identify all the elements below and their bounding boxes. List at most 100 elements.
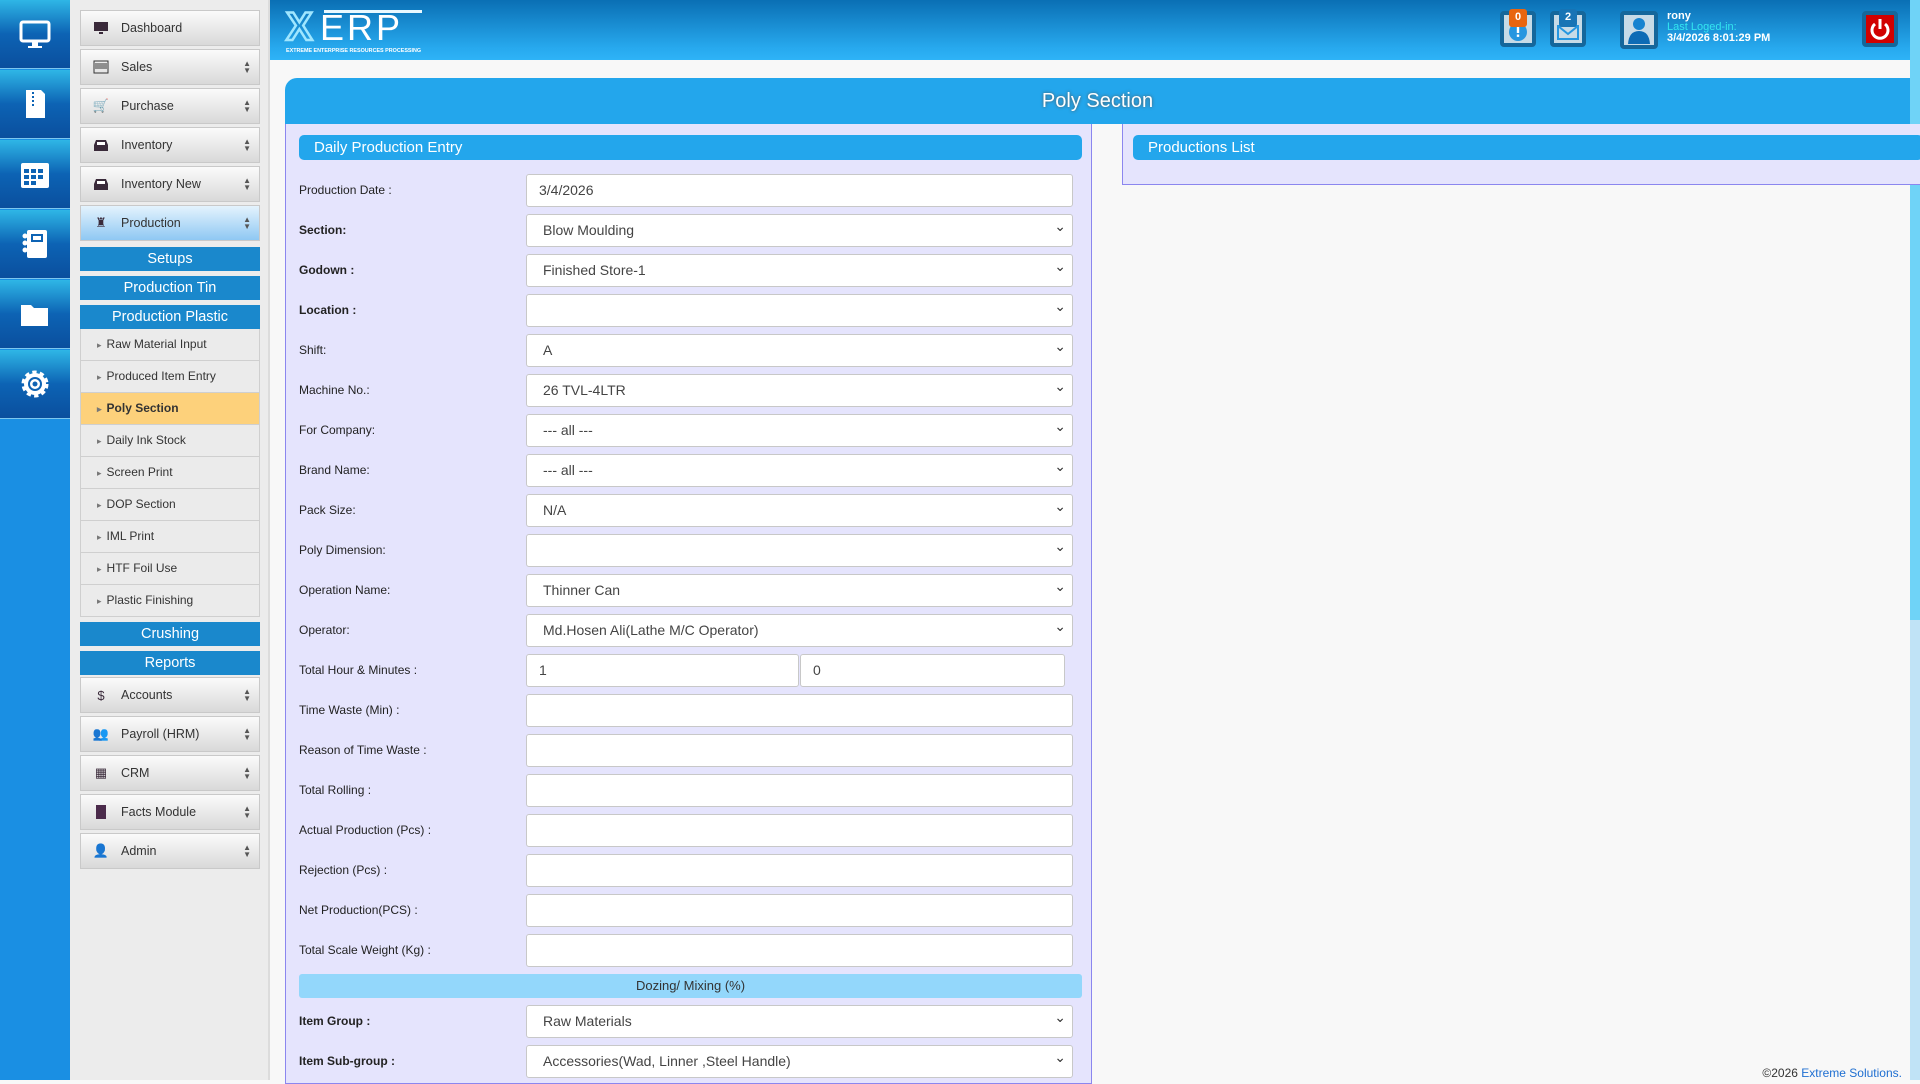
xerp-logo[interactable]: X ERP EXTREME ENTERPRISE RESOURCES PROCE… [284, 4, 434, 59]
machine-no-select[interactable]: 26 TVL-4LTR [526, 371, 1073, 407]
cart-icon: 🛒 [92, 98, 110, 113]
operator-select[interactable]: Md.Hosen Ali(Lathe M/C Operator) [526, 611, 1073, 647]
sidebar-subitem-screen-print[interactable]: Screen Print [80, 457, 260, 489]
sidebar-item-facts-module[interactable]: Facts Module ▲ ▼ [80, 794, 260, 830]
total-minutes-input[interactable]: 0 [800, 654, 1065, 687]
sidebar-subitem-poly-section[interactable]: Poly Section [80, 393, 260, 425]
logout-button[interactable] [1862, 11, 1898, 47]
total-hours-input[interactable]: 1 [526, 654, 799, 687]
alerts-button[interactable]: 0 [1500, 9, 1536, 47]
sidebar-item-inventory-new[interactable]: Inventory New ▲ ▼ [80, 166, 260, 202]
sidebar-item-crm[interactable]: ▦ CRM ▲ ▼ [80, 755, 260, 791]
item-sub-group-select[interactable]: Accessories(Wad, Linner ,Steel Handle) [526, 1042, 1073, 1078]
form-row: Item Sub-group : Accessories(Wad, Linner … [299, 1042, 1089, 1078]
dozing-mixing-header: Dozing/ Mixing (%) [299, 974, 1082, 998]
user-avatar-icon [1628, 18, 1650, 44]
production-date-input[interactable]: 3/4/2026 [526, 174, 1073, 207]
flask-icon: ♜ [95, 215, 107, 230]
sidebar-item-label: Facts Module [121, 805, 197, 819]
brand-name-label: Brand Name: [299, 463, 370, 477]
footer: ©2026 Extreme Solutions. [1762, 1066, 1902, 1080]
sidebar-header-tin[interactable]: Production Tin [80, 276, 260, 300]
sidebar-item-inventory[interactable]: Inventory ▲ ▼ [80, 127, 260, 163]
user-info: rony Last Loged-in: 3/4/2026 8:01:29 PM [1667, 11, 1770, 44]
form-row: Time Waste (Min) : [299, 694, 1089, 727]
reason-of-time-waste-input[interactable] [526, 734, 1073, 767]
productions-list-panel: Productions List [1122, 124, 1920, 185]
sidebar-header-setups[interactable]: Setups [80, 247, 260, 271]
pack-size-label: Pack Size: [299, 503, 356, 517]
sidebar-item-sales[interactable]: Sales ▲ ▼ [80, 49, 260, 85]
power-icon [1870, 19, 1890, 40]
module-zip-file-button[interactable] [0, 70, 70, 139]
form-row: Godown : Finished Store-1 [299, 251, 1089, 287]
section-select[interactable]: Blow Moulding [526, 211, 1073, 247]
sidebar-header-reports[interactable]: Reports [80, 651, 260, 675]
operation-name-select[interactable]: Thinner Can [526, 571, 1073, 607]
sidebar-subitem-produced-item-entry[interactable]: Produced Item Entry [80, 361, 260, 393]
poly-dimension-label: Poly Dimension: [299, 543, 386, 557]
location-select[interactable] [526, 291, 1073, 327]
sidebar-item-label: Accounts [121, 688, 173, 702]
form-row: Section: Blow Moulding [299, 211, 1089, 247]
sidebar-item-accounts[interactable]: $ Accounts ▲ ▼ [80, 677, 260, 713]
total-scale-weight-kg-input[interactable] [526, 934, 1073, 967]
svg-text:X: X [286, 6, 313, 49]
total-rolling-label: Total Rolling : [299, 783, 372, 797]
item-sub-group-label: Item Sub-group : [299, 1054, 395, 1068]
item-group-select[interactable]: Raw Materials [526, 1002, 1073, 1038]
module-notebook-button[interactable] [0, 210, 70, 279]
machine-no-label: Machine No.: [299, 383, 370, 397]
module-folder-button[interactable] [0, 280, 70, 349]
actual-production-pcs-input[interactable] [526, 814, 1073, 847]
sidebar-subitem-dop-section[interactable]: DOP Section [80, 489, 260, 521]
expand-arrows-icon: ▲ ▼ [243, 687, 251, 703]
form-row: Shift: A [299, 331, 1089, 367]
module-gear-button[interactable] [0, 350, 70, 419]
sidebar-item-purchase[interactable]: 🛒 Purchase ▲ ▼ [80, 88, 260, 124]
pack-size-select[interactable]: N/A [526, 491, 1073, 527]
module-calendar-button[interactable] [0, 140, 70, 209]
gear-icon [21, 370, 49, 398]
godown-select[interactable]: Finished Store-1 [526, 251, 1073, 287]
module-iconbar [0, 0, 70, 1080]
sidebar-item-dashboard[interactable]: Dashboard [80, 10, 260, 46]
company-link[interactable]: Extreme Solutions. [1801, 1066, 1902, 1080]
sidebar-item-label: Payroll (HRM) [121, 727, 200, 741]
messages-button[interactable]: 2 [1550, 9, 1586, 47]
rejection-pcs-input[interactable] [526, 854, 1073, 887]
sidebar-subitem-htf-foil-use[interactable]: HTF Foil Use [80, 553, 260, 585]
messages-badge: 2 [1559, 9, 1577, 27]
poly-dimension-select[interactable] [526, 531, 1073, 567]
sidebar-subitem-raw-material-input[interactable]: Raw Material Input [80, 329, 260, 361]
sidebar-item-admin[interactable]: 👤 Admin ▲ ▼ [80, 833, 260, 869]
sidebar-item-production[interactable]: ♜ Production ▲ ▼ [80, 205, 260, 241]
monitor-icon [93, 20, 109, 36]
module-monitor-button[interactable] [0, 0, 70, 69]
users-icon: 👥 [92, 726, 110, 741]
sidebar-subitem-plastic-finishing[interactable]: Plastic Finishing [80, 585, 260, 617]
sidebar-item-payroll-hrm[interactable]: 👥 Payroll (HRM) ▲ ▼ [80, 716, 260, 752]
avatar[interactable] [1620, 11, 1658, 49]
entry-section-title: Daily Production Entry [299, 135, 1082, 160]
form-row: Poly Dimension: [299, 531, 1089, 567]
time-waste-min-input[interactable] [526, 694, 1073, 727]
sidebar-subitem-daily-ink-stock[interactable]: Daily Ink Stock [80, 425, 260, 457]
copyright: ©2026 [1762, 1066, 1798, 1080]
total-rolling-input[interactable] [526, 774, 1073, 807]
calendar-icon [21, 163, 49, 188]
brand-name-select[interactable]: --- all --- [526, 451, 1073, 487]
shift-select[interactable]: A [526, 331, 1073, 367]
sidebar-item-label: Production [121, 216, 181, 230]
godown-label: Godown : [299, 263, 355, 277]
net-production-pcs-input[interactable] [526, 894, 1073, 927]
form-row: Pack Size: N/A [299, 491, 1089, 527]
form-row: For Company: --- all --- [299, 411, 1089, 447]
operator-label: Operator: [299, 623, 350, 637]
sidebar-header-crushing[interactable]: Crushing [80, 622, 260, 646]
scrollbar-thumb[interactable] [1910, 0, 1920, 620]
sidebar-subitem-iml-print[interactable]: IML Print [80, 521, 260, 553]
shift-label: Shift: [299, 343, 327, 357]
for-company-select[interactable]: --- all --- [526, 411, 1073, 447]
sidebar-header-plastic[interactable]: Production Plastic [80, 305, 260, 329]
